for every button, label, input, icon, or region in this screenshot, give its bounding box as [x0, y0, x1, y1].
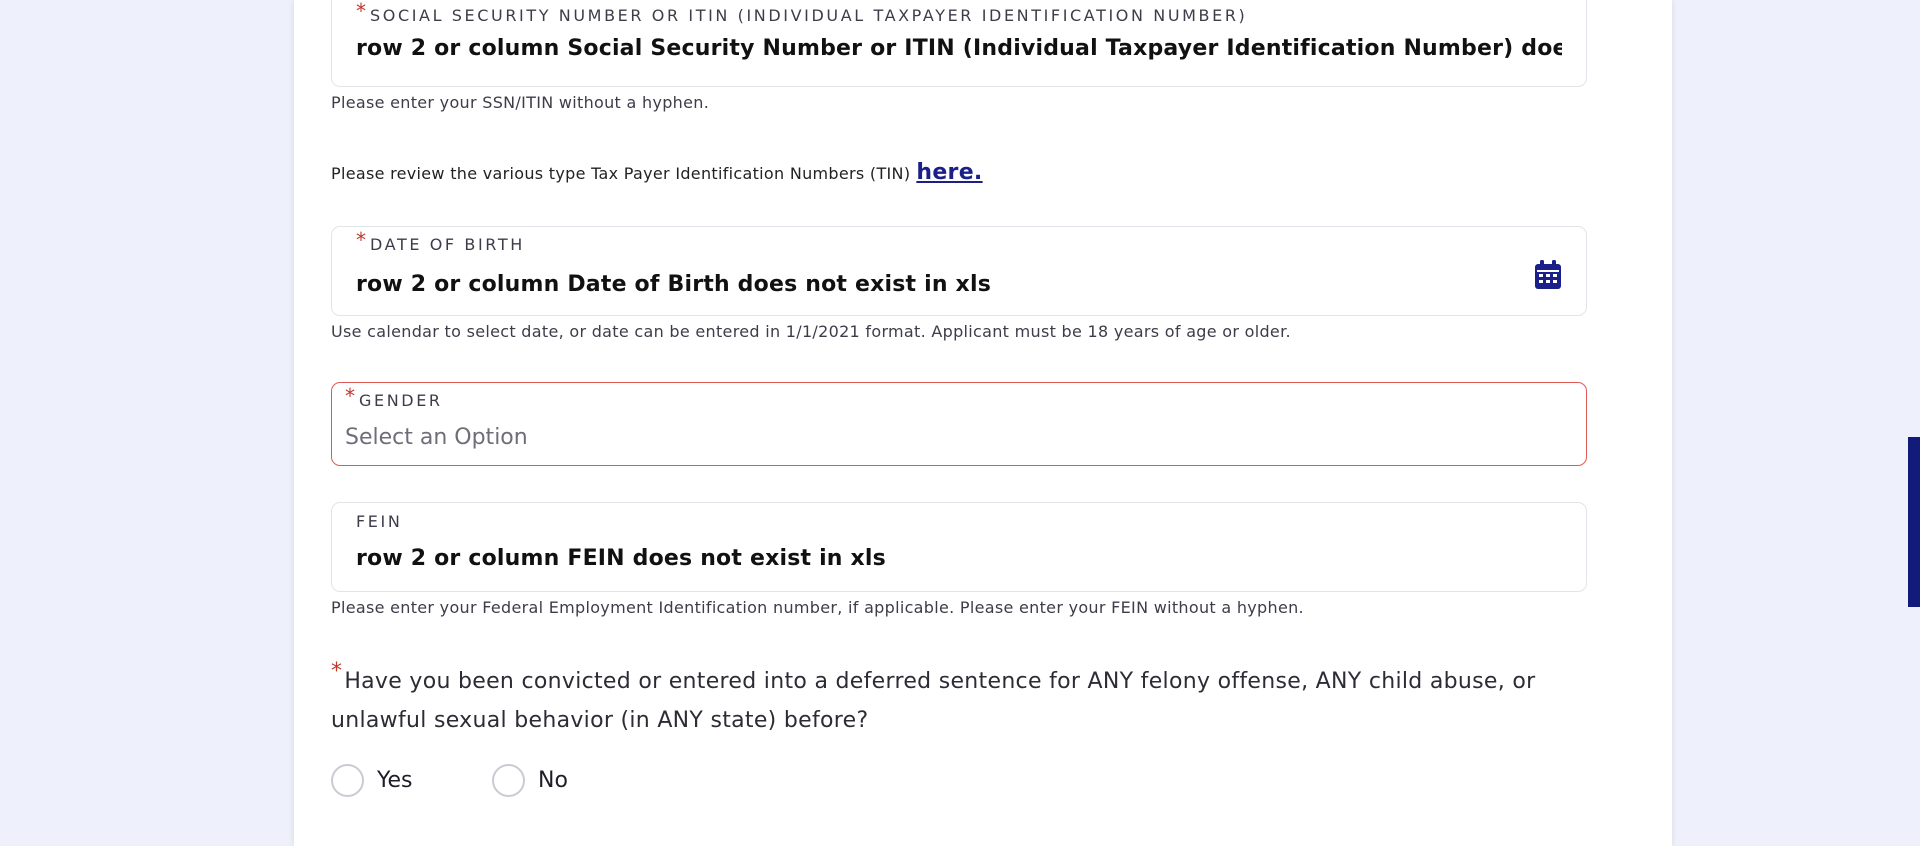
calendar-icon[interactable]	[1534, 260, 1562, 290]
required-marker: *	[356, 228, 366, 252]
scrollbar-thumb[interactable]	[1908, 437, 1920, 607]
dob-input[interactable]: row 2 or column Date of Birth does not e…	[356, 272, 1516, 297]
dob-field[interactable]: * DATE OF BIRTH row 2 or column Date of …	[331, 226, 1587, 316]
dob-label: DATE OF BIRTH	[370, 235, 525, 254]
tin-review-text: Please review the various type Tax Payer…	[331, 160, 983, 185]
radio-no[interactable]: No	[492, 764, 568, 797]
ssn-field[interactable]: * SOCIAL SECURITY NUMBER OR ITIN (INDIVI…	[331, 0, 1587, 87]
fein-input[interactable]: row 2 or column FEIN does not exist in x…	[356, 546, 1562, 571]
ssn-label: SOCIAL SECURITY NUMBER OR ITIN (INDIVIDU…	[370, 6, 1248, 25]
fein-help-text: Please enter your Federal Employment Ide…	[331, 598, 1304, 617]
radio-yes-label: Yes	[377, 768, 413, 793]
required-marker: *	[331, 659, 343, 684]
gender-label: GENDER	[359, 391, 443, 410]
radio-no-label: No	[538, 768, 568, 793]
ssn-input[interactable]: row 2 or column Social Security Number o…	[356, 36, 1562, 61]
required-marker: *	[356, 0, 366, 23]
dob-help-text: Use calendar to select date, or date can…	[331, 322, 1291, 341]
radio-yes[interactable]: Yes	[331, 764, 413, 797]
ssn-help-text: Please enter your SSN/ITIN without a hyp…	[331, 93, 710, 112]
fein-label: FEIN	[356, 512, 403, 531]
gender-placeholder: Select an Option	[345, 425, 528, 450]
required-marker: *	[345, 384, 355, 408]
felony-question-text: Have you been convicted or entered into …	[331, 669, 1536, 733]
radio-circle[interactable]	[492, 764, 525, 797]
radio-circle[interactable]	[331, 764, 364, 797]
gender-select[interactable]: * GENDER Select an Option	[331, 382, 1587, 466]
tin-review-label: Please review the various type Tax Payer…	[331, 164, 911, 183]
felony-question: *Have you been convicted or entered into…	[331, 659, 1591, 740]
tin-here-link[interactable]: here.	[916, 160, 982, 185]
fein-field[interactable]: FEIN row 2 or column FEIN does not exist…	[331, 502, 1587, 592]
